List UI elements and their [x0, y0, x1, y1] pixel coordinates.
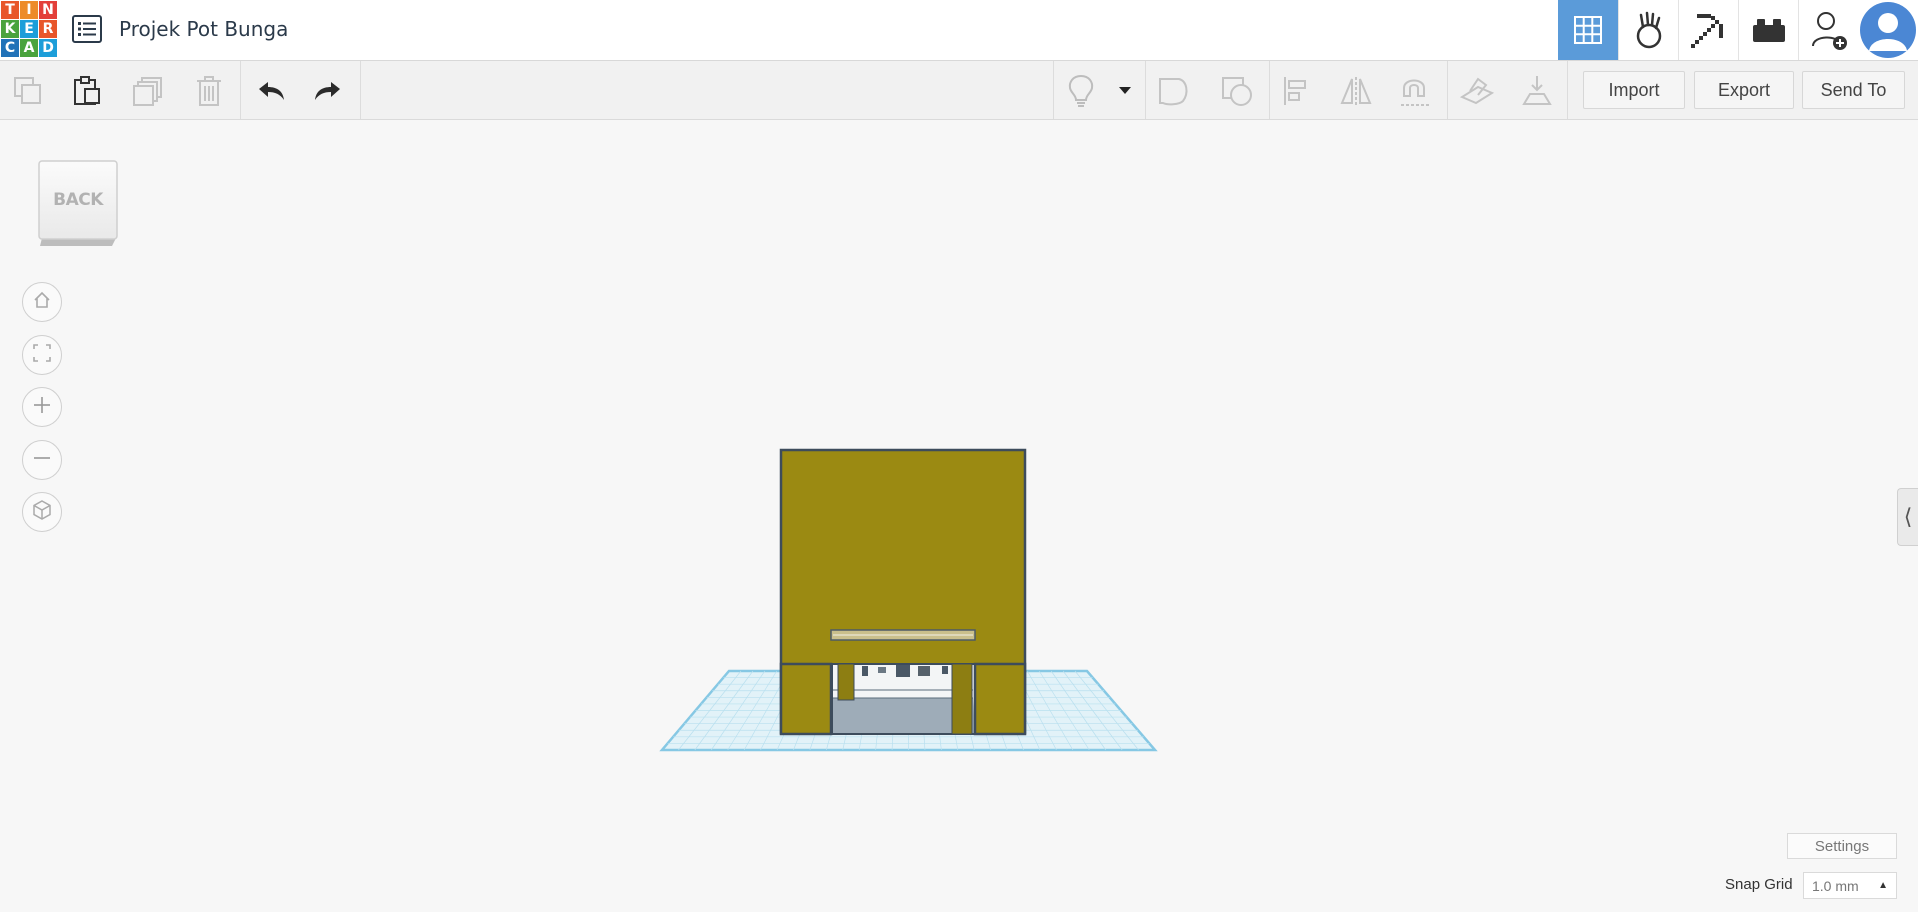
pot-object — [779, 448, 1027, 736]
logo-letter: R — [39, 20, 57, 38]
settings-button[interactable]: Settings — [1787, 833, 1897, 859]
duplicate-icon[interactable] — [131, 75, 165, 107]
toolbar-separator — [1269, 61, 1270, 119]
pot-inner-ledge — [830, 629, 976, 641]
send-to-button[interactable]: Send To — [1802, 71, 1905, 109]
snap-grid-value: 1.0 mm — [1812, 877, 1859, 894]
circuits-view-icon[interactable] — [1618, 0, 1678, 60]
workplane-icon[interactable] — [1460, 75, 1494, 107]
delete-icon[interactable] — [192, 75, 226, 107]
invite-user-icon[interactable] — [1798, 0, 1858, 60]
top-bar: TIN KER CAD Projek Pot Bunga — [0, 0, 1918, 61]
home-view-icon — [32, 290, 52, 314]
bricks-view-icon[interactable] — [1738, 0, 1798, 60]
toolbar-separator — [240, 61, 241, 119]
zoom-in-button[interactable] — [22, 387, 62, 427]
snap-grid-select[interactable]: 1.0 mm ▲ — [1803, 872, 1897, 899]
tinkercad-logo[interactable]: TIN KER CAD — [1, 1, 57, 58]
snap-grid-label: Snap Grid — [1725, 876, 1793, 893]
3d-design-view-icon[interactable] — [1558, 0, 1618, 60]
group-icon[interactable] — [1157, 75, 1191, 107]
toolbar-separator — [1567, 61, 1568, 119]
pot-front-face — [779, 448, 1027, 735]
light-bulb-icon[interactable] — [1064, 74, 1098, 107]
zoom-out-button[interactable] — [22, 440, 62, 480]
align-icon[interactable] — [1280, 75, 1314, 107]
toolbar-separator — [360, 61, 361, 119]
toolbar-separator — [1145, 61, 1146, 119]
logo-letter: C — [1, 39, 19, 57]
edit-toolbar: Import Export Send To — [0, 61, 1918, 120]
toolbar-separator — [1447, 61, 1448, 119]
home-view-button[interactable] — [22, 282, 62, 322]
zoom-out-icon — [32, 448, 52, 472]
fit-all-button[interactable] — [22, 335, 62, 375]
logo-letter: A — [20, 39, 38, 57]
caret-up-icon: ▲ — [1878, 880, 1888, 891]
ruler-drop-icon[interactable] — [1520, 75, 1554, 107]
3d-viewport[interactable] — [0, 0, 1918, 912]
avatar[interactable] — [1858, 0, 1918, 60]
paste-icon[interactable] — [70, 75, 104, 107]
workplane-grid — [659, 669, 1158, 752]
toolbar-separator — [1053, 61, 1054, 119]
pot-right-leg — [973, 662, 1027, 736]
logo-letter: T — [1, 1, 19, 19]
zoom-in-icon — [32, 395, 52, 419]
undo-icon[interactable] — [254, 75, 288, 107]
pot-left-leg — [779, 662, 833, 736]
logo-letter: I — [20, 1, 38, 19]
logo-letter: D — [39, 39, 57, 57]
copy-icon[interactable] — [11, 75, 45, 107]
import-button[interactable]: Import — [1583, 71, 1685, 109]
export-button[interactable]: Export — [1694, 71, 1794, 109]
logo-letter: E — [20, 20, 38, 38]
top-right-nav — [1558, 0, 1918, 60]
blocks-pickaxe-icon[interactable] — [1678, 0, 1738, 60]
view-cube-face-label: BACK — [53, 190, 103, 210]
ortho-perspective-icon — [31, 499, 53, 525]
ortho-perspective-button[interactable] — [22, 492, 62, 532]
project-title[interactable]: Projek Pot Bunga — [119, 17, 288, 41]
view-cube[interactable]: BACK — [38, 160, 118, 246]
mirror-icon[interactable] — [1339, 75, 1373, 107]
dropdown-arrow-icon[interactable] — [1109, 75, 1141, 107]
fit-all-icon — [32, 343, 52, 367]
logo-letter: K — [1, 20, 19, 38]
chevron-left-icon: ⟨ — [1903, 504, 1913, 530]
shapes-panel-toggle[interactable]: ⟨ — [1897, 488, 1918, 546]
redo-icon[interactable] — [311, 75, 345, 107]
ungroup-icon[interactable] — [1220, 75, 1254, 107]
design-list-icon[interactable] — [72, 15, 102, 43]
logo-letter: N — [39, 1, 57, 19]
pot-opening — [830, 663, 976, 735]
cruise-magnet-icon[interactable] — [1398, 75, 1432, 107]
